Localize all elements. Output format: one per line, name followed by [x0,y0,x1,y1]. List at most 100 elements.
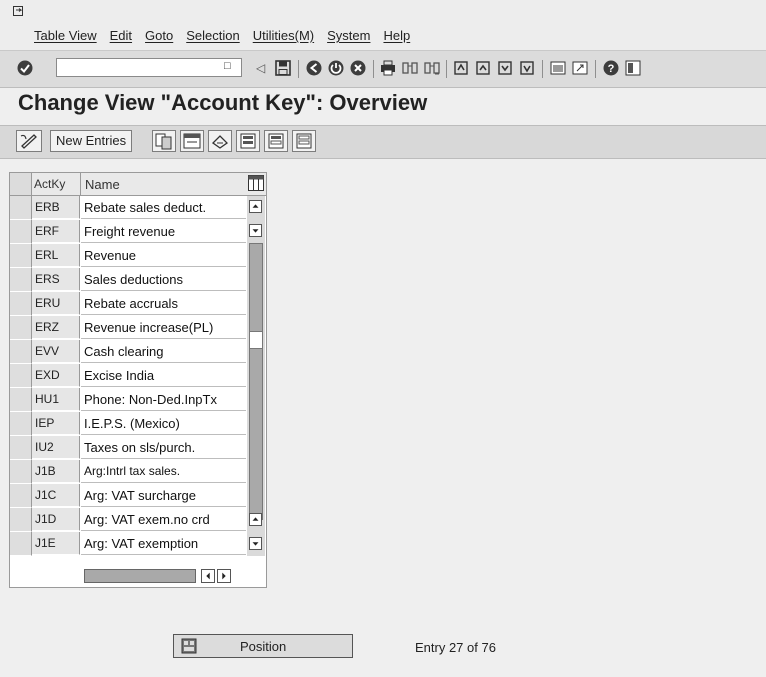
table-row: ERB Rebate sales deduct. [10,196,246,220]
scroll-track[interactable] [249,243,263,520]
horizontal-scroll-track[interactable] [84,569,196,583]
vertical-scrollbar[interactable] [247,196,265,556]
copy-button[interactable] [152,130,176,152]
account-name-cell[interactable]: Revenue increase(PL) [81,316,246,339]
menu-edit[interactable]: Edit [110,28,132,43]
table-row: J1D Arg: VAT exem.no crd [10,508,246,532]
menu-system[interactable]: System [327,28,370,43]
toolbar-separator [542,60,543,78]
account-name-cell[interactable]: Rebate accruals [81,292,246,315]
menu-table-view[interactable]: Table View [34,28,97,43]
row-selector[interactable] [10,196,32,220]
account-name-cell[interactable]: Taxes on sls/purch. [81,436,246,459]
table-row: ERU Rebate accruals [10,292,246,316]
toolbar-separator [446,60,447,78]
row-selector[interactable] [10,340,32,364]
account-name-cell[interactable]: Sales deductions [81,268,246,291]
find-next-icon[interactable] [423,59,441,77]
command-collapse-icon[interactable]: ◁ [256,61,265,75]
save-icon[interactable] [274,59,292,77]
delete-button[interactable] [180,130,204,152]
back-icon[interactable] [305,59,323,77]
row-selector[interactable] [10,412,32,436]
position-button[interactable]: Position [173,634,353,658]
first-page-icon[interactable] [452,59,470,77]
account-name-cell[interactable]: Revenue [81,244,246,267]
menu-selection[interactable]: Selection [186,28,239,43]
select-all-button[interactable] [236,130,260,152]
select-all-column-button[interactable] [10,173,32,195]
command-field[interactable] [56,58,242,77]
account-name-cell[interactable]: Excise India [81,364,246,387]
next-page-icon[interactable] [496,59,514,77]
horizontal-scrollbar[interactable] [84,569,244,583]
select-block-button[interactable] [264,130,288,152]
exit-icon[interactable] [327,59,345,77]
account-name-cell[interactable]: Rebate sales deduct. [81,196,246,219]
row-selector[interactable] [10,460,32,484]
table-row: ERL Revenue [10,244,246,268]
account-key-table: ActKy Name ERB Rebate sales deduct. ERF … [9,172,267,588]
deselect-all-button[interactable] [292,130,316,152]
system-menu-icon[interactable] [13,6,26,19]
account-name-cell[interactable]: Arg: VAT exem.no crd [81,508,246,531]
row-selector[interactable] [10,532,32,556]
menu-help[interactable]: Help [383,28,410,43]
customize-layout-icon[interactable] [624,59,642,77]
row-selector[interactable] [10,268,32,292]
row-selector[interactable] [10,316,32,340]
previous-page-icon[interactable] [474,59,492,77]
account-name-cell[interactable]: Phone: Non-Ded.InpTx [81,388,246,411]
table-settings-icon[interactable] [248,175,264,191]
account-key-cell: J1D [32,508,80,531]
row-selector[interactable] [10,364,32,388]
shortcut-icon[interactable] [571,59,589,77]
row-selector[interactable] [10,292,32,316]
page-down-icon[interactable] [249,537,262,550]
row-selector[interactable] [10,436,32,460]
row-selector[interactable] [10,388,32,412]
menu-items: Table View Edit Goto Selection Utilities… [34,28,423,43]
row-selector[interactable] [10,244,32,268]
menu-goto[interactable]: Goto [145,28,173,43]
help-icon[interactable]: ? [602,59,620,77]
new-entries-label: New Entries [56,133,127,148]
undo-button[interactable] [208,130,232,152]
enter-icon[interactable] [16,59,34,77]
cancel-icon[interactable] [349,59,367,77]
row-selector[interactable] [10,220,32,244]
account-name-cell[interactable]: I.E.P.S. (Mexico) [81,412,246,435]
page-up-icon[interactable] [249,513,262,526]
table-row: EXD Excise India [10,364,246,388]
account-name-cell[interactable]: Arg: VAT exemption [81,532,246,555]
account-key-cell: J1E [32,532,80,555]
scroll-thumb[interactable] [249,331,263,349]
scroll-up-icon[interactable] [249,200,262,213]
account-name-cell[interactable]: Cash clearing [81,340,246,363]
last-page-icon[interactable] [518,59,536,77]
display-change-button[interactable] [16,130,42,152]
table-row: HU1 Phone: Non-Ded.InpTx [10,388,246,412]
account-name-cell[interactable]: Arg: VAT surcharge [81,484,246,507]
menu-utilities[interactable]: Utilities(M) [253,28,314,43]
entry-counter: Entry 27 of 76 [415,640,496,655]
row-selector[interactable] [10,484,32,508]
undo-icon [211,135,229,149]
table-row: IEP I.E.P.S. (Mexico) [10,412,246,436]
scroll-down-icon[interactable] [249,224,262,237]
create-session-icon[interactable] [549,59,567,77]
new-entries-button[interactable]: New Entries [50,130,133,152]
print-icon[interactable] [379,59,397,77]
account-name-cell[interactable]: Arg:Intrl tax sales. [81,460,246,483]
find-icon[interactable] [401,59,419,77]
scroll-right-icon[interactable] [217,569,231,583]
select-block-icon [268,133,284,149]
row-selector[interactable] [10,508,32,532]
table-row: EVV Cash clearing [10,340,246,364]
select-all-icon [240,133,256,149]
account-name-cell[interactable]: Freight revenue [81,220,246,243]
command-history-icon[interactable]: □ [224,60,231,72]
scroll-left-icon[interactable] [201,569,215,583]
column-header-actky[interactable]: ActKy [34,177,65,191]
column-header-name[interactable]: Name [85,177,120,192]
